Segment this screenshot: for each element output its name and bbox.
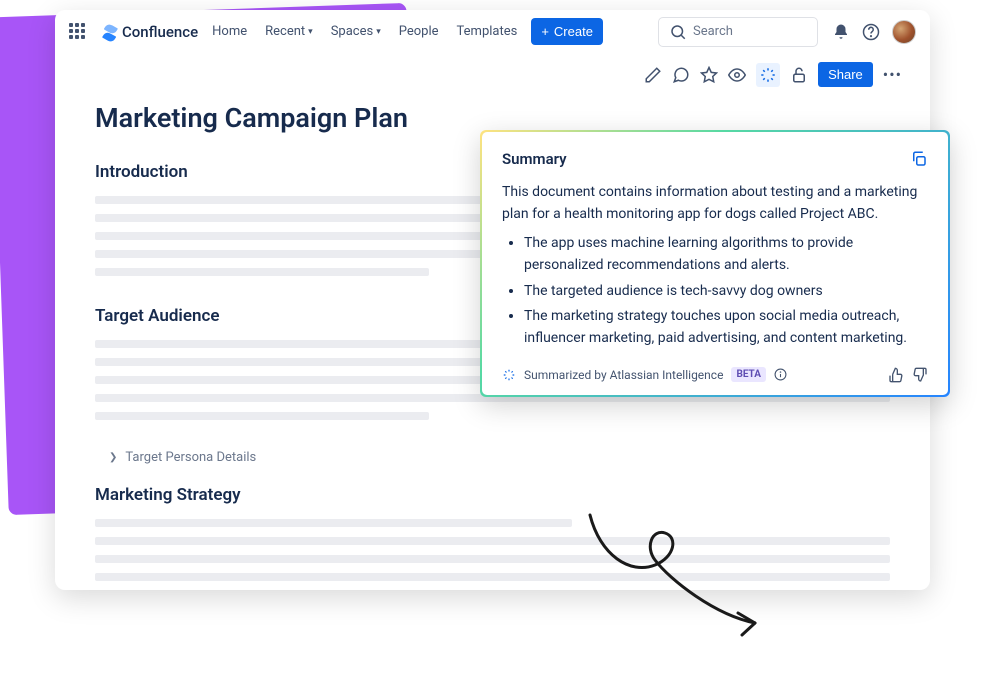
nav-spaces[interactable]: Spaces▾ [331, 24, 381, 39]
thumbs-down-icon[interactable] [912, 367, 928, 383]
plus-icon: + [541, 24, 549, 39]
nav-people[interactable]: People [399, 24, 439, 39]
nav-home[interactable]: Home [212, 24, 247, 39]
summary-bullets: The app uses machine learning algorithms… [502, 233, 928, 349]
ai-icon [502, 368, 516, 382]
page-toolbar: Share ••• [644, 62, 902, 87]
chevron-down-icon: ▾ [308, 27, 313, 37]
watch-icon[interactable] [728, 66, 746, 84]
avatar[interactable] [892, 20, 916, 44]
summary-attribution: Summarized by Atlassian Intelligence [524, 368, 723, 382]
chevron-down-icon: ▾ [376, 27, 381, 37]
summary-bullet: The marketing strategy touches upon soci… [524, 306, 928, 349]
star-icon[interactable] [700, 66, 718, 84]
section-heading-strategy: Marketing Strategy [95, 485, 890, 505]
summary-bullet: The targeted audience is tech-savvy dog … [524, 281, 928, 303]
global-nav: Confluence Home Recent▾ Spaces▾ People T… [55, 10, 930, 54]
comment-icon[interactable] [672, 66, 690, 84]
chevron-right-icon: ❯ [109, 452, 117, 463]
beta-badge: BETA [731, 367, 766, 382]
summary-heading: Summary [502, 150, 567, 168]
product-name: Confluence [122, 23, 198, 41]
content-placeholder [95, 519, 890, 590]
share-button[interactable]: Share [818, 62, 873, 87]
edit-icon[interactable] [644, 66, 662, 84]
search-icon [669, 23, 687, 41]
help-icon[interactable] [862, 23, 880, 41]
expand-toggle-persona[interactable]: ❯ Target Persona Details [109, 450, 890, 465]
ai-summarize-icon[interactable] [756, 63, 780, 87]
copy-icon[interactable] [910, 150, 928, 168]
confluence-logo-icon [101, 24, 117, 40]
notifications-icon[interactable] [832, 23, 850, 41]
create-button[interactable]: + Create [531, 18, 603, 45]
summary-body: This document contains information about… [502, 182, 928, 225]
nav-recent[interactable]: Recent▾ [265, 24, 313, 39]
search-input[interactable]: Search [658, 17, 818, 47]
info-icon[interactable] [774, 368, 787, 381]
app-switcher-icon[interactable] [69, 23, 87, 41]
summary-footer: Summarized by Atlassian Intelligence BET… [502, 366, 928, 383]
lock-icon[interactable] [790, 66, 808, 84]
nav-templates[interactable]: Templates [457, 24, 518, 39]
thumbs-up-icon[interactable] [888, 367, 904, 383]
summary-bullet: The app uses machine learning algorithms… [524, 233, 928, 276]
global-actions [832, 20, 916, 44]
product-logo[interactable]: Confluence [101, 23, 198, 41]
ai-summary-panel: Summary This document contains informati… [480, 130, 950, 397]
primary-nav: Home Recent▾ Spaces▾ People Templates [212, 24, 517, 39]
more-actions-icon[interactable]: ••• [883, 65, 902, 84]
